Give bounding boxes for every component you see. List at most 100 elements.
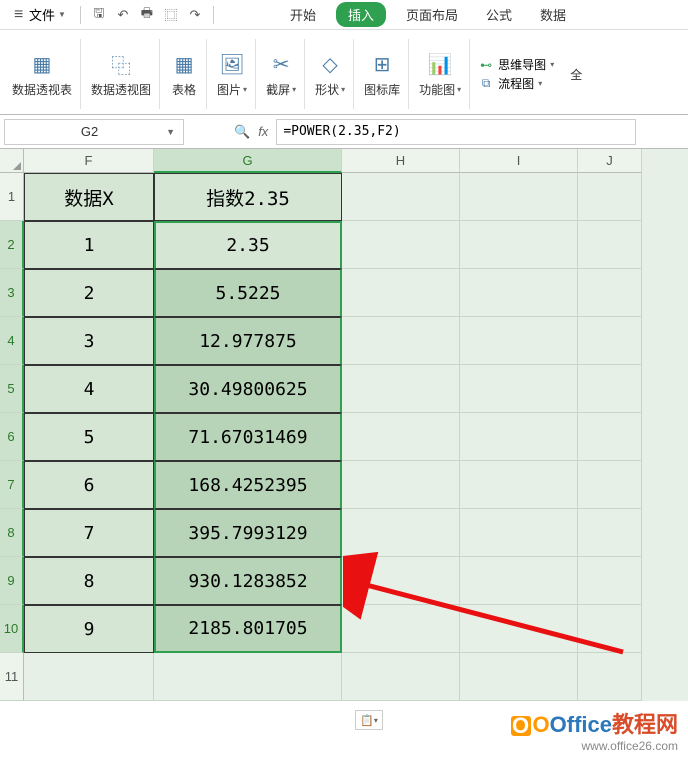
file-menu-button[interactable]: 文件 ▼ xyxy=(8,3,72,26)
cell-G8[interactable]: 395.7993129 xyxy=(154,509,342,557)
cell-H11[interactable] xyxy=(342,653,460,701)
cell-H7[interactable] xyxy=(342,461,460,509)
cell-J3[interactable] xyxy=(578,269,642,317)
cell-I8[interactable] xyxy=(460,509,578,557)
cell-G1[interactable]: 指数2.35 xyxy=(154,173,342,221)
cell-F3[interactable]: 2 xyxy=(24,269,154,317)
undo-icon[interactable]: ↶ xyxy=(113,5,133,25)
tab-insert[interactable]: 插入 xyxy=(336,2,386,27)
tab-formula[interactable]: 公式 xyxy=(478,1,520,28)
cell-G6[interactable]: 71.67031469 xyxy=(154,413,342,461)
row-header-10[interactable]: 10 xyxy=(0,605,24,653)
col-header-H[interactable]: H xyxy=(342,149,460,173)
row-header-11[interactable]: 11 xyxy=(0,653,24,701)
pivot-chart-button[interactable]: ⿻ 数据透视图 xyxy=(83,39,160,109)
iconlib-button[interactable]: ⊞ 图标库 xyxy=(356,39,409,109)
row-header-9[interactable]: 9 xyxy=(0,557,24,605)
cell-F7[interactable]: 6 xyxy=(24,461,154,509)
row-header-1[interactable]: 1 xyxy=(0,173,24,221)
row-header-6[interactable]: 6 xyxy=(0,413,24,461)
flowchart-button[interactable]: ⧉ 流程图 ▾ xyxy=(478,75,554,92)
tab-layout[interactable]: 页面布局 xyxy=(398,1,466,28)
cell-H3[interactable] xyxy=(342,269,460,317)
function-chart-button[interactable]: 📊 功能图▾ xyxy=(411,39,470,109)
cell-F6[interactable]: 5 xyxy=(24,413,154,461)
cell-H8[interactable] xyxy=(342,509,460,557)
picture-button[interactable]: 🖼 图片▾ xyxy=(209,39,256,109)
paste-options-button[interactable]: 📋▾ xyxy=(355,710,383,730)
col-header-I[interactable]: I xyxy=(460,149,578,173)
cell-I10[interactable] xyxy=(460,605,578,653)
cell-H9[interactable] xyxy=(342,557,460,605)
save-icon[interactable]: 🖫 xyxy=(89,5,109,25)
cell-H4[interactable] xyxy=(342,317,460,365)
row-header-4[interactable]: 4 xyxy=(0,317,24,365)
row-header-7[interactable]: 7 xyxy=(0,461,24,509)
fx-icon[interactable]: fx xyxy=(258,124,268,139)
cell-G7[interactable]: 168.4252395 xyxy=(154,461,342,509)
cell-F1[interactable]: 数据X xyxy=(24,173,154,221)
row-header-8[interactable]: 8 xyxy=(0,509,24,557)
cell-I1[interactable] xyxy=(460,173,578,221)
cell-I6[interactable] xyxy=(460,413,578,461)
mindmap-button[interactable]: ⊷ 思维导图 ▾ xyxy=(478,56,554,73)
col-header-J[interactable]: J xyxy=(578,149,642,173)
cell-I4[interactable] xyxy=(460,317,578,365)
cell-F8[interactable]: 7 xyxy=(24,509,154,557)
row-header-3[interactable]: 3 xyxy=(0,269,24,317)
cell-J9[interactable] xyxy=(578,557,642,605)
cell-G3[interactable]: 5.5225 xyxy=(154,269,342,317)
screenshot-button[interactable]: ✂ 截屏▾ xyxy=(258,39,305,109)
cell-G10[interactable]: 2185.801705 xyxy=(154,605,342,653)
cell-I7[interactable] xyxy=(460,461,578,509)
name-box[interactable]: G2 ▼ xyxy=(4,119,184,145)
cell-I2[interactable] xyxy=(460,221,578,269)
print-preview-icon[interactable]: ⿴ xyxy=(161,5,181,25)
cell-J1[interactable] xyxy=(578,173,642,221)
cell-F4[interactable]: 3 xyxy=(24,317,154,365)
cell-J11[interactable] xyxy=(578,653,642,701)
col-header-G[interactable]: G xyxy=(154,149,342,173)
row-header-2[interactable]: 2 xyxy=(0,221,24,269)
redo-icon[interactable]: ↷ xyxy=(185,5,205,25)
formula-input[interactable]: =POWER(2.35,F2) xyxy=(276,119,636,145)
cell-F2[interactable]: 1 xyxy=(24,221,154,269)
shape-button[interactable]: ◇ 形状▾ xyxy=(307,39,354,109)
cell-I3[interactable] xyxy=(460,269,578,317)
cell-H2[interactable] xyxy=(342,221,460,269)
cell-I11[interactable] xyxy=(460,653,578,701)
cell-J10[interactable] xyxy=(578,605,642,653)
cell-F9[interactable]: 8 xyxy=(24,557,154,605)
cell-J6[interactable] xyxy=(578,413,642,461)
cell-H10[interactable] xyxy=(342,605,460,653)
select-all-corner[interactable] xyxy=(0,149,24,173)
cell-G2[interactable]: 2.35 xyxy=(154,221,342,269)
cell-H1[interactable] xyxy=(342,173,460,221)
cell-G5[interactable]: 30.49800625 xyxy=(154,365,342,413)
tab-data[interactable]: 数据 xyxy=(532,1,574,28)
pivot-table-button[interactable]: ▦ 数据透视表 xyxy=(4,39,81,109)
cell-I5[interactable] xyxy=(460,365,578,413)
cell-J7[interactable] xyxy=(578,461,642,509)
col-header-F[interactable]: F xyxy=(24,149,154,173)
print-icon[interactable]: 🖶 xyxy=(137,5,157,25)
spreadsheet-grid[interactable]: F G H I J 1 数据X 指数2.35 2 1 2.35 3 2 5.52… xyxy=(0,149,688,701)
cell-J8[interactable] xyxy=(578,509,642,557)
cell-H5[interactable] xyxy=(342,365,460,413)
cell-G11[interactable] xyxy=(154,653,342,701)
cell-G4[interactable]: 12.977875 xyxy=(154,317,342,365)
tab-start[interactable]: 开始 xyxy=(282,1,324,28)
cell-F5[interactable]: 4 xyxy=(24,365,154,413)
cell-J4[interactable] xyxy=(578,317,642,365)
cell-H6[interactable] xyxy=(342,413,460,461)
cell-F11[interactable] xyxy=(24,653,154,701)
cell-J5[interactable] xyxy=(578,365,642,413)
table-button[interactable]: ▦ 表格 xyxy=(162,39,207,109)
row-header-5[interactable]: 5 xyxy=(0,365,24,413)
cell-I9[interactable] xyxy=(460,557,578,605)
more-button[interactable]: 全 xyxy=(562,39,590,109)
zoom-icon[interactable]: 🔍 xyxy=(234,124,250,140)
cell-G9[interactable]: 930.1283852 xyxy=(154,557,342,605)
cell-F10[interactable]: 9 xyxy=(24,605,154,653)
cell-J2[interactable] xyxy=(578,221,642,269)
